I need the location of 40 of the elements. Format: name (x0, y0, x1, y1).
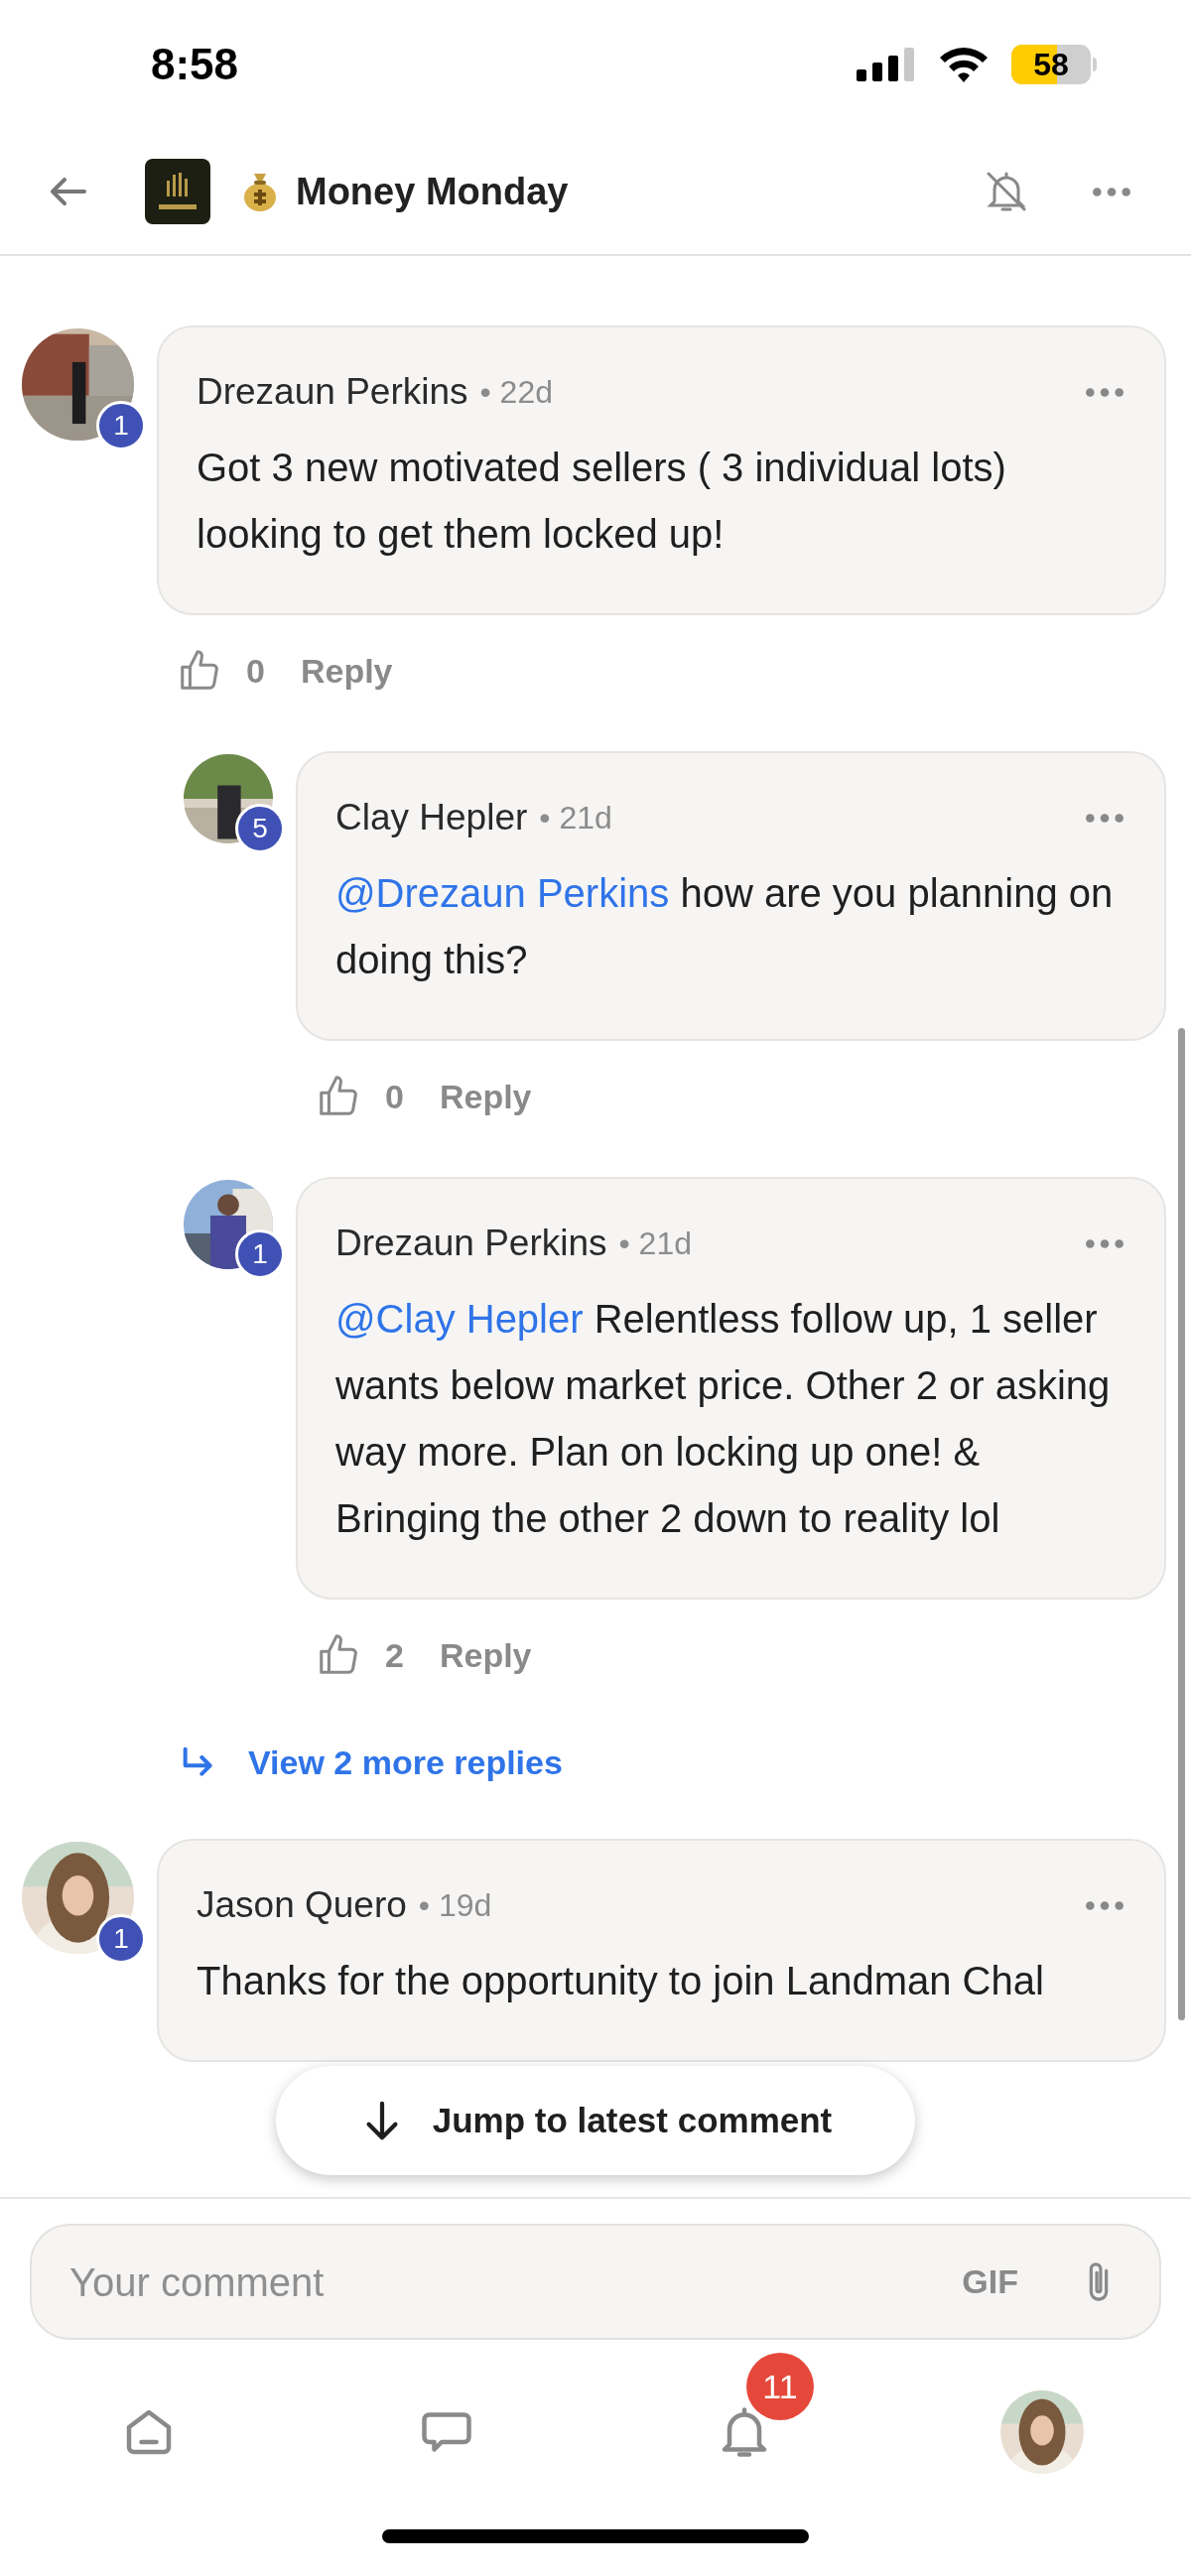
money-bag-icon (242, 172, 278, 211)
more-icon[interactable] (1085, 1237, 1125, 1249)
gif-button[interactable]: GIF (962, 2256, 1018, 2307)
more-icon[interactable] (1085, 386, 1125, 398)
like-count: 2 (385, 1634, 404, 1676)
more-icon[interactable] (1085, 812, 1125, 824)
like-count: 0 (385, 1076, 404, 1117)
author-name[interactable]: Drezaun Perkins (197, 364, 468, 420)
reply-button[interactable]: Reply (439, 1071, 532, 1122)
status-time: 8:58 (151, 39, 239, 90)
level-badge: 1 (96, 401, 146, 451)
comment-input-field[interactable]: Your comment GIF (30, 2224, 1161, 2340)
author-name[interactable]: Clay Hepler (335, 790, 528, 845)
mention-link[interactable]: @Drezaun Perkins (335, 871, 670, 915)
comment-text: @Clay Hepler Relentless follow up, 1 seller wants below market price. Other 2 or asking way more. Plan on locking up one! & Bringing the other 2 down to reality lol (335, 1296, 1112, 1542)
comment-text: @Drezaun Perkins how are you planning on doing this? (335, 870, 1115, 983)
wifi-icon (938, 46, 990, 83)
comment-age: • 19d (418, 1886, 492, 1925)
level-badge: 5 (235, 804, 285, 853)
author-name[interactable]: Drezaun Perkins (335, 1216, 607, 1271)
comment-age: • 22d (479, 373, 553, 412)
reply-button[interactable]: Reply (439, 1629, 532, 1681)
like-count: 0 (246, 650, 265, 692)
view-more-replies-link[interactable]: View 2 more replies (248, 1737, 563, 1788)
reply-button[interactable]: Reply (300, 645, 393, 697)
mention-link[interactable]: @Clay Hepler (335, 1297, 584, 1341)
level-badge: 1 (96, 1914, 146, 1964)
level-badge: 1 (235, 1229, 285, 1279)
signal-icon (857, 48, 916, 81)
channel-title: Money Monday (296, 169, 569, 214)
comment-age: • 21d (539, 799, 612, 837)
author-name[interactable]: Jason Quero (197, 1877, 407, 1933)
comment-text: Thanks for the opportunity to join Landman Chal (197, 1958, 1045, 2004)
notification-badge: 11 (746, 2353, 814, 2420)
more-options-icon[interactable] (1092, 186, 1131, 197)
jump-to-latest-button[interactable]: Jump to latest comment (276, 2066, 915, 2175)
comment-age: • 21d (618, 1224, 692, 1263)
comment-text: Got 3 new motivated sellers ( 3 individual lots) looking to get them locked up! (197, 445, 1007, 558)
community-logo-icon (145, 159, 210, 224)
more-icon[interactable] (1085, 1899, 1125, 1911)
